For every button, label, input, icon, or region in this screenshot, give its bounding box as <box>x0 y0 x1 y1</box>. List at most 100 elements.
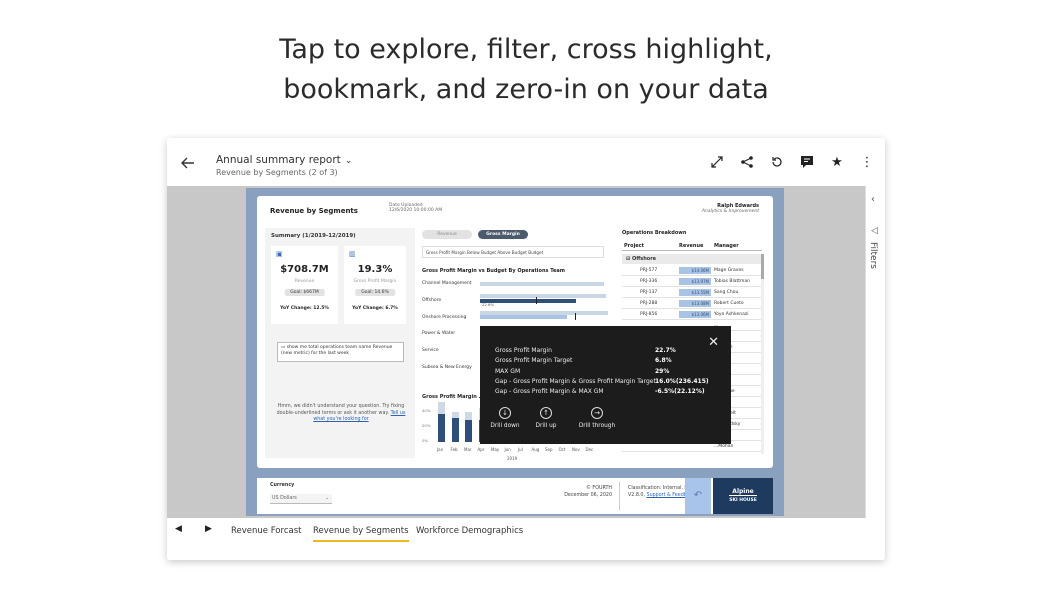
arrow-up-icon: ↑ <box>540 407 552 419</box>
x-axis-year: 2019 <box>507 456 518 461</box>
bullet-fill[interactable] <box>480 315 567 319</box>
report-date: December 06, 2020 <box>564 492 612 498</box>
cell-revenue: $13.08M <box>679 300 711 307</box>
header-project[interactable]: Project <box>624 243 644 249</box>
table-row[interactable]: PRJ-288 $13.08M Robert Cueto <box>622 298 762 309</box>
headline: Tap to explore, filter, cross highlight,… <box>0 30 1052 110</box>
summary-panel: Summary (1/2019-12/2019) ▣ $708.7M Reven… <box>265 228 415 458</box>
kpi-label: Gross Profit Margin <box>353 279 397 284</box>
cell-revenue: $13.97M <box>679 278 711 285</box>
page-title: Revenue by Segments <box>270 207 358 215</box>
drill-tooltip: ✕ Gross Profit Margin 22.7% Gross Profit… <box>480 326 731 444</box>
bullet-row-label[interactable]: Service <box>422 348 439 353</box>
user-role: Analytics & Improvement <box>701 209 759 214</box>
undo-icon[interactable]: ↶ <box>685 478 711 514</box>
x-tick: Mar <box>464 447 472 452</box>
tab-workforce-demographics[interactable]: Workforce Demographics <box>416 526 523 536</box>
kpi-label: Revenue <box>294 279 315 284</box>
kpi-goal: Goal: 14.6% <box>355 289 395 296</box>
tooltip-label: Gross Profit Margin Target <box>495 357 573 364</box>
favorite-star-icon[interactable]: ★ <box>829 154 845 170</box>
tooltip-label: Gap - Gross Profit Margin & Gross Profit… <box>495 378 656 385</box>
currency-select[interactable]: US Dollars ⌄ <box>270 494 332 504</box>
currency-value: US Dollars <box>272 496 297 501</box>
qa-text: show me total operations team name Reven… <box>281 345 393 356</box>
headline-line-2: bookmark, and zero-in on your data <box>283 74 769 105</box>
toggle-gross-margin[interactable]: Gross Margin <box>478 230 528 239</box>
bullet-fill[interactable] <box>480 299 576 303</box>
table-group-row[interactable]: ⊟ Offshore <box>622 254 762 264</box>
table-row[interactable]: PRJ-577 $14.06M Mage Graves <box>622 265 762 276</box>
x-tick: Apr <box>477 447 485 452</box>
header-revenue[interactable]: Revenue <box>679 243 703 249</box>
version-text: V2.8.0, <box>628 492 646 498</box>
metric-toggle: Revenue Gross Margin <box>422 230 528 239</box>
comment-icon[interactable] <box>799 154 815 170</box>
expand-icon[interactable] <box>709 154 725 170</box>
table-row[interactable]: PRJ-336 $13.97M Tobias Blattman <box>622 276 762 287</box>
bullet-row-label[interactable]: Channel Management <box>422 281 472 286</box>
tab-revenue-forecast[interactable]: Revenue Forcast <box>231 526 301 536</box>
app-bar: Annual summary report ⌄ Revenue by Segmen… <box>167 138 885 186</box>
back-arrow-icon[interactable] <box>179 154 197 172</box>
alpine-ski-house-logo: Alpine SKI HOUSE <box>713 478 773 514</box>
page-tabs: ◀ ▶ Revenue Forcast Revenue by Segments … <box>167 518 885 560</box>
more-icon[interactable]: ⋮ <box>859 154 875 170</box>
cell-revenue: $13.06M <box>679 311 711 318</box>
qa-input[interactable]: ▭ show me total operations team name Rev… <box>277 342 404 362</box>
drill-up-button[interactable]: ↑ Drill up <box>521 407 571 429</box>
tooltip-value: -6.5%(22.12%) <box>655 388 705 395</box>
tooltip-value: 6.8% <box>655 357 672 364</box>
x-tick: Oct <box>558 447 566 452</box>
report-footer: Currency US Dollars ⌄ © FOURTH December 0… <box>257 478 773 514</box>
share-icon[interactable] <box>739 154 755 170</box>
bullet-chart-title: Gross Profit Margin vs Budget By Operati… <box>422 268 565 274</box>
cell-manager: Robert Cueto <box>714 301 744 306</box>
y-tick: 20% <box>422 423 431 428</box>
date-uploaded: Date Uploaded 12/6/2020 10:00:00 AM <box>389 203 442 213</box>
kpi-card-margin[interactable]: ▥ 19.3% Gross Profit Margin Goal: 14.6% … <box>344 246 406 324</box>
qa-message: Hmm, we didn't understand your question.… <box>275 404 407 424</box>
report-title-text: Annual summary report <box>216 154 341 166</box>
table-row[interactable]: PRJ-137 $13.55M Sang Chou <box>622 287 762 298</box>
bullet-row-label[interactable]: Subsea & New Energy <box>422 365 472 370</box>
drill-through-label: Drill through <box>578 423 616 429</box>
company-info: © FOURTH December 06, 2020 <box>542 486 612 499</box>
column-bar-fill[interactable] <box>451 418 459 442</box>
tooltip-value: 16.0%(236.415) <box>655 378 709 385</box>
kpi-card-revenue[interactable]: ▣ $708.7M Revenue Goal: $667M YoY Change… <box>271 246 338 324</box>
column-bar-fill[interactable] <box>465 420 472 442</box>
next-page-icon[interactable]: ▶ <box>205 524 212 534</box>
bullet-row-label[interactable]: Offshore <box>422 298 441 303</box>
filters-pane[interactable]: ‹ ◁ Filters <box>865 186 885 518</box>
bullet-row-label[interactable]: Power & Water <box>422 331 455 336</box>
tooltip-value: 29% <box>655 368 670 375</box>
y-tick: 40% <box>422 408 431 413</box>
previous-page-icon[interactable]: ◀ <box>175 524 182 534</box>
tooltip-label: Gross Profit Margin <box>495 347 552 354</box>
cell-manager: ...Mohan <box>714 444 734 449</box>
cell-manager: Tobias Blattman <box>714 279 750 284</box>
x-tick: Dec <box>585 447 594 452</box>
kpi-yoy: YoY Change: 6.7% <box>352 306 398 311</box>
bullet-row-label[interactable]: Onshore Processing <box>422 315 466 320</box>
report-title[interactable]: Annual summary report ⌄ <box>216 154 352 166</box>
qa-message-text: Hmm, we didn't understand your question.… <box>276 404 405 416</box>
header-manager[interactable]: Manager <box>714 243 739 249</box>
x-tick: Nov <box>572 447 580 452</box>
scroll-thumb[interactable] <box>761 254 764 279</box>
cell-manager: Sang Chou <box>714 290 739 295</box>
reset-icon[interactable] <box>769 154 785 170</box>
cell-project: PRJ-336 <box>640 279 658 284</box>
tab-revenue-by-segments[interactable]: Revenue by Segments <box>313 526 409 542</box>
table-row[interactable]: PRJ-856 $13.06M Yoyo Ashkenazi <box>622 309 762 320</box>
arrow-right-icon: → <box>591 407 603 419</box>
cell-revenue: $13.55M <box>679 289 711 296</box>
divider <box>619 482 620 510</box>
column-bar-fill[interactable] <box>438 414 445 442</box>
close-icon[interactable]: ✕ <box>708 335 719 350</box>
drill-through-button[interactable]: → Drill through <box>572 407 622 429</box>
chevron-left-icon[interactable]: ‹ <box>871 194 875 205</box>
toggle-revenue[interactable]: Revenue <box>422 230 472 239</box>
table-scrollbar[interactable] <box>761 254 764 454</box>
